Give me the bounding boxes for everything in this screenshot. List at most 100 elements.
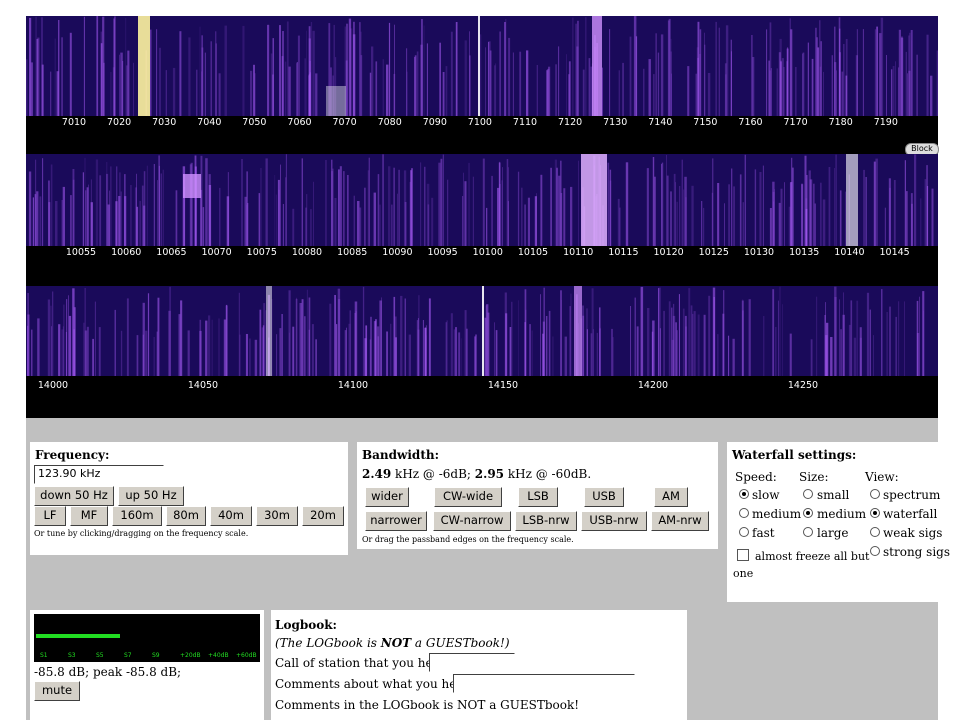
cw-wide-button[interactable]: CW-wide [434,487,502,507]
size-medium-radio[interactable] [803,508,813,518]
scale-tick-label: 7190 [873,117,898,128]
speed-fast-radio[interactable] [739,527,749,537]
logbook-note-middle: a [411,636,426,650]
am-button[interactable]: AM [654,487,688,507]
band-20m-button[interactable]: 20m [302,506,344,526]
frequency-hint: Or tune by clicking/dragging on the freq… [34,529,249,538]
frequency-panel: Frequency: 123.90 kHz down 50 Hz up 50 H… [30,442,348,555]
scale-tick-label: 14200 [637,380,669,391]
band-40m-button[interactable]: 40m [210,506,252,526]
freeze-checkbox[interactable] [737,549,749,561]
scale-tick-label: 7160 [738,117,763,128]
scale-tick-label: 10100 [472,247,503,258]
smeter-scale-label: +40dB [208,652,229,659]
size-large-label: large [817,526,849,540]
scale-tick-label: 7050 [242,117,267,128]
view-waterfall-label: waterfall [883,507,938,521]
waterfall-band-20m[interactable] [26,286,938,376]
down-50hz-button[interactable]: down 50 Hz [34,486,114,506]
waterfall-band-40m[interactable] [26,16,938,116]
scale-tick-label: 14100 [337,380,369,391]
cw-narrow-button[interactable]: CW-narrow [433,511,511,531]
call-input[interactable] [429,653,515,672]
scale-tick-label: 7010 [61,117,87,128]
scale-tick-label: 10135 [789,247,820,258]
scale-tick-label: 14050 [187,380,219,391]
scale-tick-label: 10055 [65,247,97,258]
size-label: Size: [799,470,829,484]
bandwidth-60db-value: 2.95 [474,467,505,481]
smeter-level-bar [36,634,121,638]
frequency-input[interactable]: 123.90 kHz [34,465,164,484]
scale-tick-label: 10075 [246,247,277,258]
logbook-note: (The LOGbook is NOT a GUESTbook!) [275,636,510,650]
bandwidth-6db-value: 2.49 [362,467,392,481]
scale-tick-label: 7130 [603,117,628,128]
usb-button[interactable]: USB [584,487,624,507]
band-160m-button[interactable]: 160m [112,506,162,526]
speed-medium-radio[interactable] [739,508,749,518]
speed-fast-label: fast [752,526,775,540]
view-label: View: [865,470,899,484]
scale-tick-label: 7150 [693,117,718,128]
frequency-scale-40m[interactable]: 7010 7020 7030 7040 7050 7060 7070 7080 7090 7100… [26,116,938,154]
scale-tick-label: 10080 [291,247,323,258]
bandwidth-title: Bandwidth: [362,448,440,462]
waterfall-settings-title: Waterfall settings: [732,448,857,462]
mute-button[interactable]: mute [34,681,80,701]
waterfall-band-30m[interactable] [26,154,938,246]
logbook-panel: Logbook: (The LOGbook is NOT a GUESTbook… [271,610,687,720]
waterfall-texture [27,286,925,376]
view-strong-sigs-radio[interactable] [870,546,880,556]
size-small-label: small [817,488,850,502]
speed-slow-radio[interactable] [739,489,749,499]
usb-nrw-button[interactable]: USB-nrw [581,511,647,531]
narrower-button[interactable]: narrower [365,511,427,531]
scale-tick-label: 7110 [512,117,538,128]
bandwidth-60db-text: kHz @ -60dB. [504,467,592,481]
view-spectrum-label: spectrum [883,488,941,502]
scale-tick-label: 10115 [608,247,639,258]
smeter-scale-label: S3 [68,652,76,659]
scale-tick-label: 7020 [107,117,132,128]
view-waterfall-radio[interactable] [870,508,880,518]
view-spectrum-radio[interactable] [870,489,880,499]
lsb-button[interactable]: LSB [518,487,558,507]
size-medium-label: medium [817,507,867,521]
bandwidth-hint: Or drag the passband edges on the freque… [362,535,574,544]
size-large-radio[interactable] [803,527,813,537]
scale-tick-label: 7140 [648,117,673,128]
wider-button[interactable]: wider [365,487,409,507]
comments-input[interactable] [453,674,635,693]
speed-medium-label: medium [752,507,802,521]
scale-tick-label: 10145 [879,247,910,258]
view-weak-sigs-radio[interactable] [870,527,880,537]
size-small-radio[interactable] [803,489,813,499]
scale-tick-label: 14000 [37,380,69,391]
frequency-scale-30m[interactable]: 10055 10060 10065 10070 10075 10080 10085 10090… [26,246,938,286]
logbook-title: Logbook: [275,618,337,632]
scale-tick-label: 7070 [332,117,357,128]
frequency-scale-20m[interactable]: 14000 14050 14100 14150 14200 14250 [26,376,938,418]
waterfall-settings-panel: Waterfall settings: Speed: Size: View: s… [727,442,950,602]
up-50hz-button[interactable]: up 50 Hz [118,486,184,506]
scale-tick-label: 7030 [152,117,177,128]
lsb-nrw-button[interactable]: LSB-nrw [515,511,577,531]
scale-tick-label: 7100 [467,117,492,128]
smeter-scale-label: S5 [96,652,104,659]
bandwidth-readout: 2.49 kHz @ -6dB; 2.95 kHz @ -60dB. [362,467,591,481]
band-80m-button[interactable]: 80m [166,506,206,526]
scale-tick-label: 14150 [487,380,519,391]
scale-tick-label: 10060 [111,247,142,258]
scale-tick-label: 10065 [156,247,187,258]
freeze-label-cont: one [733,567,754,580]
band-30m-button[interactable]: 30m [256,506,298,526]
scale-tick-label: 10110 [563,247,594,258]
smeter-scale-label: S7 [124,652,132,659]
speed-label: Speed: [735,470,777,484]
logbook-cut-line: Comments in the LOGbook is NOT a GUESTbo… [275,698,580,712]
smeter-readout: -85.8 dB; peak -85.8 dB; [34,665,182,679]
band-lf-button[interactable]: LF [34,506,66,526]
band-mf-button[interactable]: MF [70,506,108,526]
am-nrw-button[interactable]: AM-nrw [651,511,709,531]
